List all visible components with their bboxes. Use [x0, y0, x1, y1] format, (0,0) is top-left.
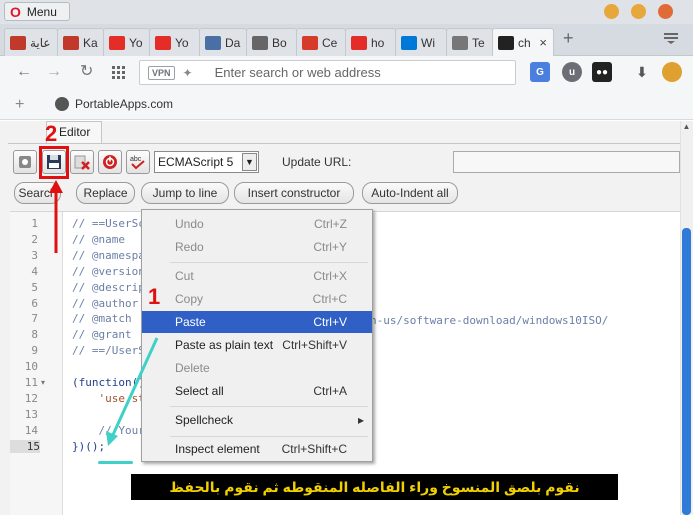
annotation-arrows	[49, 180, 159, 446]
cyan-arrow-icon	[106, 337, 159, 446]
red-arrow-up-icon	[49, 180, 63, 253]
instruction-caption: نقوم بلصق المنسوخ وراء الفاصله المنقوطه …	[131, 474, 618, 500]
cursor-underline	[98, 461, 133, 464]
